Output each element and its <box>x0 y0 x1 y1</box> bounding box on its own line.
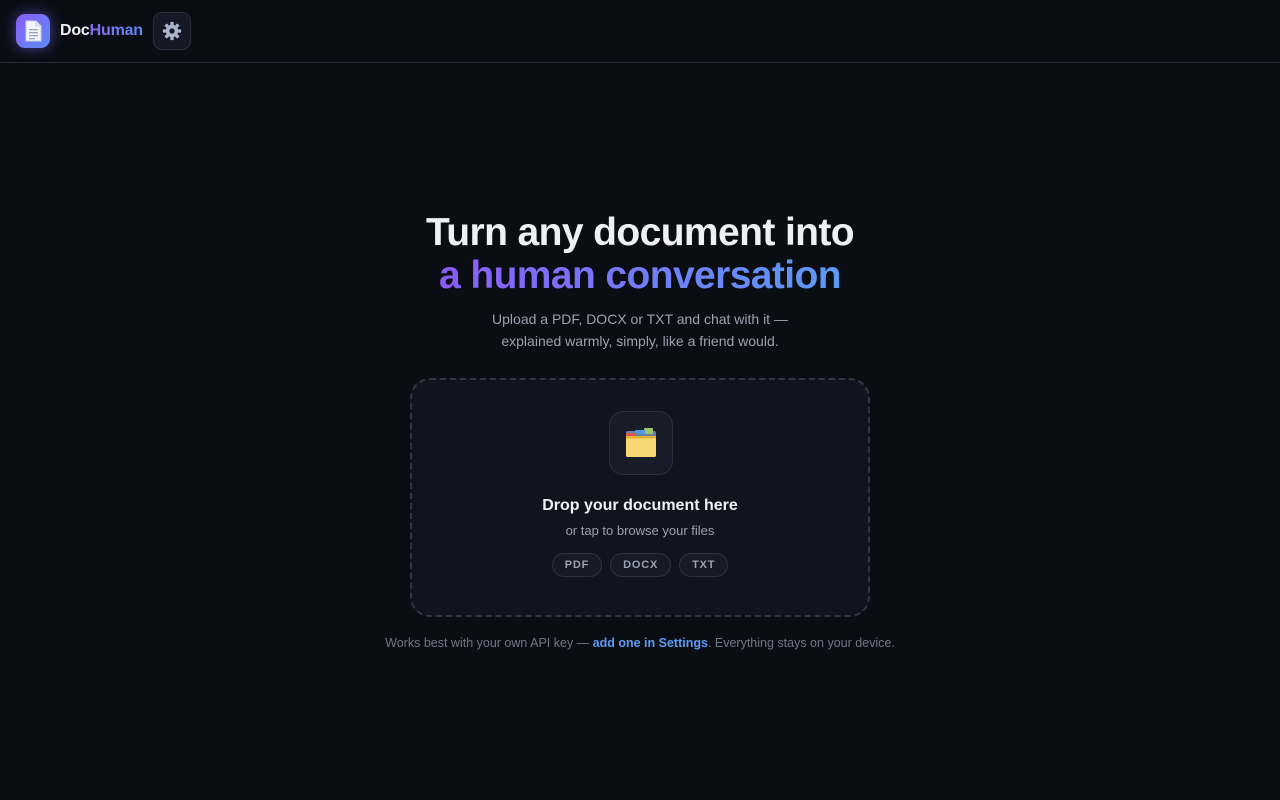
settings-link[interactable]: add one in Settings <box>593 636 708 650</box>
brand-name: DocHuman <box>60 22 143 40</box>
hero-title-line1: Turn any document into <box>425 211 855 254</box>
top-bar: DocHuman <box>0 0 1280 63</box>
api-key-note-text-after: . Everything stays on your device. <box>707 636 895 650</box>
dropzone-title: Drop your document here <box>542 497 738 514</box>
brand-name-part2: Human <box>89 22 143 39</box>
upload-dropzone[interactable]: Drop your document here or tap to browse… <box>410 378 870 617</box>
logo[interactable] <box>16 14 50 48</box>
hero-subtitle-line2: explained warmly, simply, like a friend … <box>501 333 779 349</box>
api-key-note: Works best with your own API key — add o… <box>0 636 1280 650</box>
format-chip-docx: DOCX <box>610 553 672 577</box>
folder-icon <box>626 428 656 457</box>
hero-title-line2: a human conversation <box>0 253 1280 299</box>
api-key-note-text-before: Works best with your own API key — <box>385 636 593 650</box>
hero-subtitle: Upload a PDF, DOCX or TXT and chat with … <box>0 308 1280 352</box>
gear-icon <box>162 21 182 41</box>
format-chip-txt: TXT <box>679 553 729 577</box>
dropzone-subtitle: or tap to browse your files <box>565 523 715 538</box>
folder-icon-tile <box>609 411 673 475</box>
settings-button[interactable] <box>152 12 191 50</box>
format-chip-pdf: PDF <box>551 553 603 577</box>
format-chips: PDF DOCX TXT <box>412 553 868 577</box>
hero-title-gradient-text: a human conversation <box>439 254 842 297</box>
brand-name-part1: Doc <box>60 22 90 39</box>
hero-subtitle-line1: Upload a PDF, DOCX or TXT and chat with … <box>492 311 788 327</box>
document-icon <box>25 20 42 42</box>
